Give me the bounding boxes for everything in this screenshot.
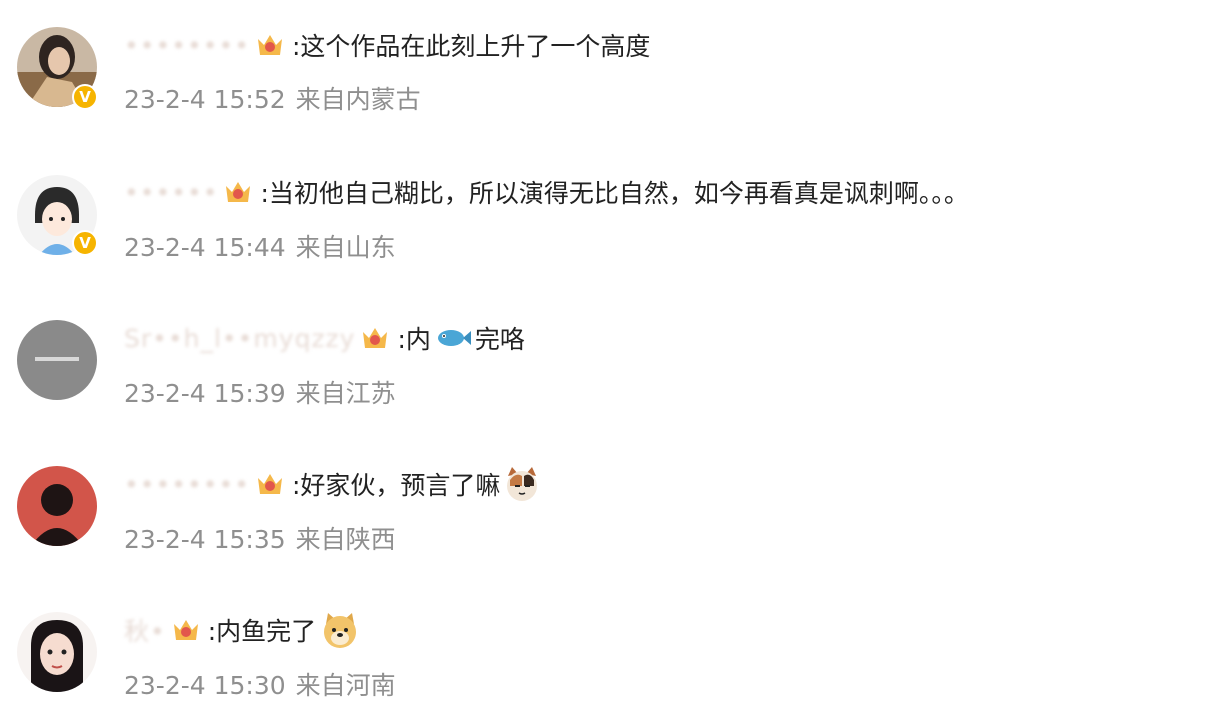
- location: 来自山东: [295, 233, 396, 262]
- comment-meta: 23-2-4 15:52 来自内蒙古: [124, 80, 421, 116]
- level-badge-icon: [254, 29, 286, 61]
- timestamp: 23-2-4 15:39: [124, 379, 286, 408]
- comment-text: :这个作品在此刻上升了一个高度: [291, 32, 651, 61]
- comment-text: :内鱼完了: [207, 617, 317, 646]
- comment-item: 秋• :内鱼完了 23-2-4 15:30 来自河南: [0, 586, 1228, 726]
- comment-meta: 23-2-4 15:30 来自河南: [124, 666, 396, 702]
- username[interactable]: ••••••••: [124, 31, 250, 60]
- doge-emoji-icon: [320, 610, 360, 650]
- comment-text: 完咯: [474, 325, 525, 354]
- timestamp: 23-2-4 15:52: [124, 85, 286, 114]
- verified-badge-icon: V: [72, 84, 98, 110]
- comment-meta: 23-2-4 15:35 来自陕西: [124, 520, 396, 556]
- fish-emoji-icon: [433, 318, 473, 358]
- username[interactable]: ••••••: [124, 178, 218, 207]
- comment-text: :当初他自己糊比，所以演得无比自然，如今再看真是讽刺啊。。。: [260, 179, 969, 208]
- location: 来自河南: [295, 671, 396, 700]
- level-badge-icon: [254, 468, 286, 500]
- verified-badge-icon: V: [72, 230, 98, 256]
- level-badge-icon: [359, 322, 391, 354]
- avatar[interactable]: [17, 320, 97, 400]
- avatar[interactable]: [17, 612, 97, 692]
- username[interactable]: Sr••h_l••myqzzy: [124, 324, 355, 353]
- cat-emoji-icon: [502, 464, 542, 504]
- location: 来自内蒙古: [295, 85, 421, 114]
- comment-meta: 23-2-4 15:39 来自江苏: [124, 374, 396, 410]
- level-badge-icon: [222, 176, 254, 208]
- timestamp: 23-2-4 15:44: [124, 233, 286, 262]
- comment-line: •••••• :当初他自己糊比，所以演得无比自然，如今再看真是讽刺啊。。。: [124, 172, 969, 212]
- comment-line: 秋• :内鱼完了: [124, 610, 360, 650]
- comment-meta: 23-2-4 15:44 来自山东: [124, 228, 396, 264]
- comment-line: •••••••• :这个作品在此刻上升了一个高度: [124, 25, 650, 65]
- comment-text: :好家伙，预言了嘛: [291, 471, 501, 500]
- level-badge-icon: [170, 614, 202, 646]
- username[interactable]: 秋•: [124, 612, 166, 648]
- comment-item: V •••••••• :这个作品在此刻上升了一个高度 23-2-4 15:52 来…: [0, 0, 1228, 140]
- comment-line: •••••••• :好家伙，预言了嘛: [124, 464, 542, 504]
- comment-item: V •••••• :当初他自己糊比，所以演得无比自然，如今再看真是讽刺啊。。。 …: [0, 148, 1228, 288]
- comment-text: :内: [397, 325, 431, 354]
- username[interactable]: ••••••••: [124, 470, 250, 499]
- timestamp: 23-2-4 15:30: [124, 671, 286, 700]
- location: 来自江苏: [295, 379, 396, 408]
- comment-line: Sr••h_l••myqzzy :内 完咯: [124, 318, 525, 358]
- comment-item: •••••••• :好家伙，预言了嘛 23-2-4 15:35 来自陕西: [0, 440, 1228, 580]
- comment-item: Sr••h_l••myqzzy :内 完咯 23-2-4 15:39 来自江苏: [0, 294, 1228, 434]
- location: 来自陕西: [295, 525, 396, 554]
- avatar[interactable]: [17, 466, 97, 546]
- timestamp: 23-2-4 15:35: [124, 525, 286, 554]
